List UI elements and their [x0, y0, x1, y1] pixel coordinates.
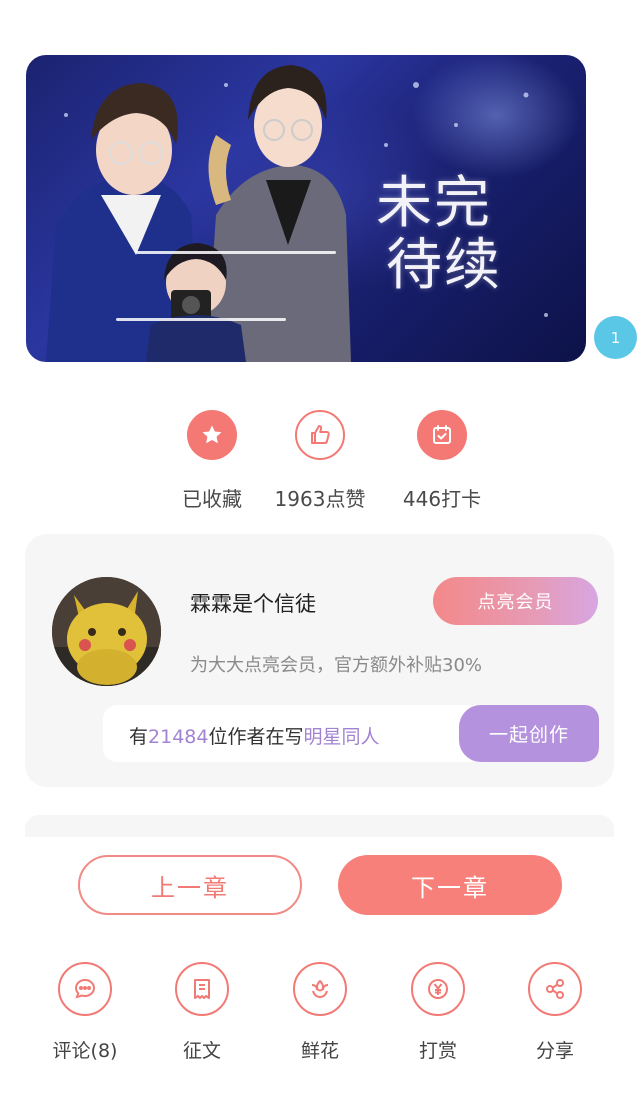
thumbs-up-icon	[295, 410, 345, 460]
avatar[interactable]	[52, 577, 161, 686]
tip-action[interactable]: 打赏	[388, 962, 488, 1063]
comment-action[interactable]: 评论(8)	[35, 962, 135, 1063]
chapter-cover-banner: 未完 待续	[26, 55, 586, 362]
plush-toy-image	[52, 577, 161, 686]
checkin-count-label: 446打卡	[402, 487, 482, 511]
share-icon	[528, 962, 582, 1016]
essay-icon	[175, 962, 229, 1016]
collect-label: 已收藏	[182, 487, 242, 511]
author-name[interactable]: 霖霖是个信徒	[190, 588, 316, 618]
share-action[interactable]: 分享	[505, 962, 605, 1063]
member-subsidy-note: 为大大点亮会员，官方额外补贴30%	[190, 655, 483, 676]
banner-decor-line	[116, 318, 286, 321]
flower-icon	[293, 962, 347, 1016]
banner-decor-line	[136, 251, 336, 254]
writers-count: 21484	[148, 726, 209, 748]
page-number-badge[interactable]: 1	[594, 316, 637, 359]
next-chapter-button[interactable]: 下一章	[338, 855, 562, 915]
comment-icon	[58, 962, 112, 1016]
co-create-button[interactable]: 一起创作	[459, 705, 599, 762]
writers-count-bar: 有21484位作者在写明星同人 一起创作	[103, 705, 599, 762]
writers-topic[interactable]: 明星同人	[303, 726, 379, 748]
like-stat[interactable]: 1963点赞	[260, 410, 380, 512]
essay-label: 征文	[182, 1040, 221, 1062]
star-icon	[187, 410, 237, 460]
writers-count-text: 有21484位作者在写明星同人	[129, 722, 380, 749]
banner-title-line: 待续	[386, 233, 502, 298]
light-up-member-button[interactable]: 点亮会员	[433, 577, 598, 625]
calendar-check-icon	[417, 410, 467, 460]
like-count-label: 1963点赞	[274, 487, 366, 511]
comment-label: 评论(8)	[52, 1040, 118, 1062]
essay-action[interactable]: 征文	[152, 962, 252, 1063]
tip-label: 打赏	[418, 1040, 457, 1062]
previous-chapter-button[interactable]: 上一章	[78, 855, 302, 915]
writers-middle: 位作者在写	[208, 726, 304, 748]
yen-coin-icon	[411, 962, 465, 1016]
writers-prefix: 有	[129, 726, 149, 748]
share-label: 分享	[535, 1040, 574, 1062]
checkin-stat[interactable]: 446打卡	[382, 410, 502, 512]
banner-title: 未完 待续	[376, 173, 576, 297]
flower-label: 鲜花	[300, 1040, 339, 1062]
flower-action[interactable]: 鲜花	[270, 962, 370, 1063]
next-section-card-edge	[25, 815, 614, 837]
banner-title-line: 未完	[376, 171, 492, 236]
collect-stat[interactable]: 已收藏	[152, 410, 272, 512]
